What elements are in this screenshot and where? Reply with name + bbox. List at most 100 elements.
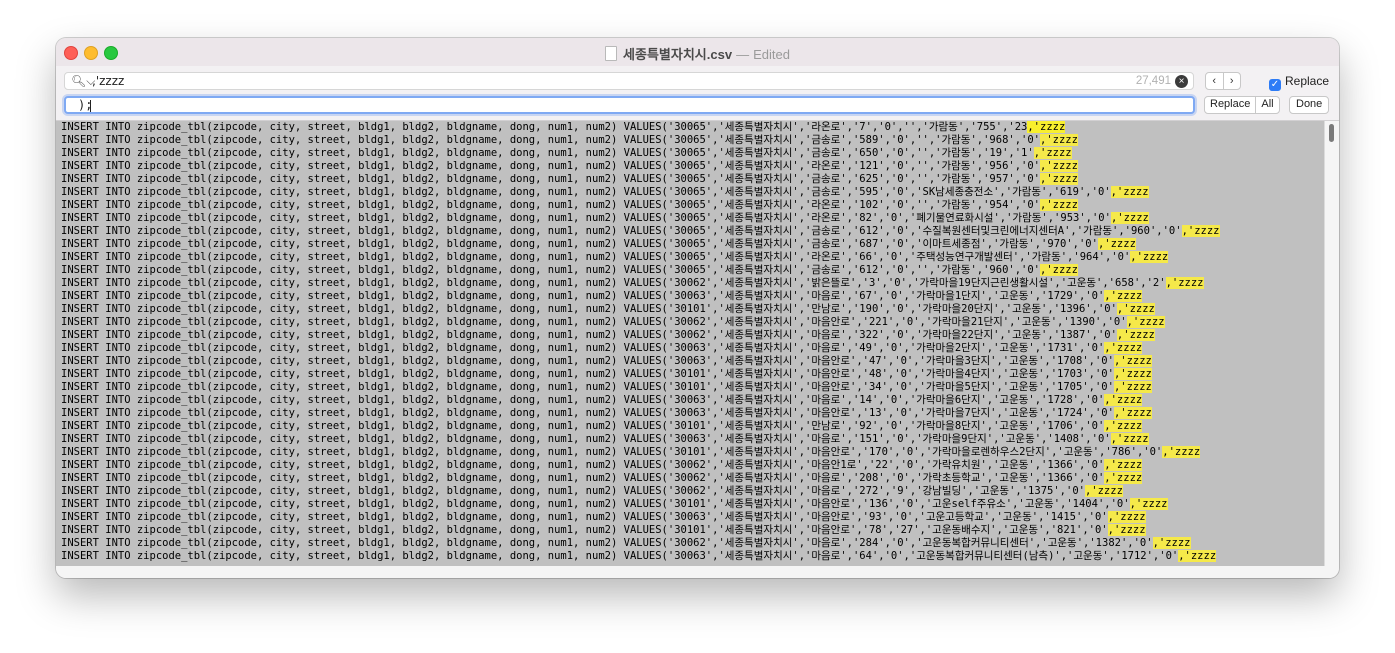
text-line[interactable]: INSERT INTO zipcode_tbl(zipcode, city, s…: [56, 550, 1325, 563]
text-line[interactable]: INSERT INTO zipcode_tbl(zipcode, city, s…: [56, 524, 1325, 537]
replace-button[interactable]: Replace: [1205, 97, 1257, 113]
find-query[interactable]: ,'zzzz: [92, 74, 124, 88]
text-line[interactable]: INSERT INTO zipcode_tbl(zipcode, city, s…: [56, 251, 1325, 264]
line-values: '30063','세종특별자치시','마음로','67','0','가락마을1단…: [667, 290, 1105, 302]
search-match-highlight: ,'zzzz: [1113, 381, 1152, 393]
line-values: '30063','세종특별자치시','마음안로','47','0','가락마을3…: [667, 355, 1114, 367]
text-line[interactable]: INSERT INTO zipcode_tbl(zipcode, city, s…: [56, 290, 1325, 303]
text-line[interactable]: INSERT INTO zipcode_tbl(zipcode, city, s…: [56, 407, 1325, 420]
line-prefix: INSERT INTO zipcode_tbl(zipcode, city, s…: [61, 147, 668, 159]
replace-all-button[interactable]: All: [1256, 97, 1278, 113]
chevron-left-icon[interactable]: ‹: [1206, 73, 1224, 89]
line-values: '30065','세종특별자치시','라온로','121','0','','가람…: [667, 160, 1040, 172]
text-editor-area[interactable]: INSERT INTO zipcode_tbl(zipcode, city, s…: [56, 121, 1325, 566]
find-navigation: ‹ ›: [1205, 72, 1241, 90]
done-button[interactable]: Done: [1289, 96, 1330, 114]
line-prefix: INSERT INTO zipcode_tbl(zipcode, city, s…: [61, 355, 668, 367]
search-match-highlight: ,'zzzz: [1097, 238, 1136, 250]
text-line[interactable]: INSERT INTO zipcode_tbl(zipcode, city, s…: [56, 329, 1325, 342]
text-line[interactable]: INSERT INTO zipcode_tbl(zipcode, city, s…: [56, 186, 1325, 199]
find-replace-bar: 🔍︎⌵ ,'zzzz 27,491 × ‹ › ✓ Replace ); Repl…: [56, 66, 1339, 121]
text-line[interactable]: INSERT INTO zipcode_tbl(zipcode, city, s…: [56, 147, 1325, 160]
text-line[interactable]: INSERT INTO zipcode_tbl(zipcode, city, s…: [56, 121, 1325, 134]
text-line[interactable]: INSERT INTO zipcode_tbl(zipcode, city, s…: [56, 264, 1325, 277]
line-prefix: INSERT INTO zipcode_tbl(zipcode, city, s…: [61, 277, 668, 289]
line-values: '30065','세종특별자치시','금송로','687','0','이마트세종…: [667, 238, 1098, 250]
text-line[interactable]: INSERT INTO zipcode_tbl(zipcode, city, s…: [56, 173, 1325, 186]
line-values: '30062','세종특별자치시','마음로','272','9','강남빌딩'…: [667, 485, 1085, 497]
window-title: 세종특별자치시.csv — Edited: [56, 44, 1339, 63]
text-line[interactable]: INSERT INTO zipcode_tbl(zipcode, city, s…: [56, 433, 1325, 446]
line-prefix: INSERT INTO zipcode_tbl(zipcode, city, s…: [61, 381, 668, 393]
line-values: '30065','세종특별자치시','금송로','650','0','','가람…: [667, 147, 1034, 159]
search-match-highlight: ,'zzzz: [1104, 459, 1143, 471]
search-match-highlight: ,'zzzz: [1130, 251, 1169, 263]
search-match-highlight: ,'zzzz: [1084, 485, 1123, 497]
line-values: '30065','세종특별자치시','금송로','595','0','SK남세종…: [667, 186, 1111, 198]
search-match-highlight: ,'zzzz: [1033, 147, 1072, 159]
search-match-highlight: ,'zzzz: [1040, 160, 1078, 172]
text-line[interactable]: INSERT INTO zipcode_tbl(zipcode, city, s…: [56, 485, 1325, 498]
line-values: '30065','세종특별자치시','금송로','612','0','','가람…: [667, 264, 1040, 276]
vertical-scrollbar[interactable]: [1324, 121, 1339, 566]
line-values: '30065','세종특별자치시','금송로','625','0','','가람…: [667, 173, 1040, 185]
text-line[interactable]: INSERT INTO zipcode_tbl(zipcode, city, s…: [56, 199, 1325, 212]
text-line[interactable]: INSERT INTO zipcode_tbl(zipcode, city, s…: [56, 342, 1325, 355]
line-values: '30065','세종특별자치시','라온로','82','0','폐기물연료화…: [667, 212, 1111, 224]
text-line[interactable]: INSERT INTO zipcode_tbl(zipcode, city, s…: [56, 160, 1325, 173]
line-prefix: INSERT INTO zipcode_tbl(zipcode, city, s…: [61, 173, 668, 185]
line-prefix: INSERT INTO zipcode_tbl(zipcode, city, s…: [61, 225, 668, 237]
edited-status: Edited: [753, 47, 790, 62]
line-prefix: INSERT INTO zipcode_tbl(zipcode, city, s…: [61, 537, 668, 549]
search-match-highlight: ,'zzzz: [1110, 212, 1149, 224]
scroll-thumb[interactable]: [1329, 124, 1334, 142]
title-bar[interactable]: 세종특별자치시.csv — Edited: [56, 38, 1339, 66]
text-line[interactable]: INSERT INTO zipcode_tbl(zipcode, city, s…: [56, 394, 1325, 407]
text-line[interactable]: INSERT INTO zipcode_tbl(zipcode, city, s…: [56, 316, 1325, 329]
text-line[interactable]: INSERT INTO zipcode_tbl(zipcode, city, s…: [56, 212, 1325, 225]
line-prefix: INSERT INTO zipcode_tbl(zipcode, city, s…: [61, 368, 668, 380]
clear-search-icon[interactable]: ×: [1175, 75, 1188, 88]
text-line[interactable]: INSERT INTO zipcode_tbl(zipcode, city, s…: [56, 511, 1325, 524]
text-line[interactable]: INSERT INTO zipcode_tbl(zipcode, city, s…: [56, 381, 1325, 394]
search-match-highlight: ,'zzzz: [1165, 277, 1204, 289]
text-line[interactable]: INSERT INTO zipcode_tbl(zipcode, city, s…: [56, 277, 1325, 290]
line-values: '30101','세종특별자치시','마음안로','170','0','가락마을…: [667, 446, 1163, 458]
search-match-highlight: ,'zzzz: [1104, 472, 1143, 484]
line-prefix: INSERT INTO zipcode_tbl(zipcode, city, s…: [61, 524, 668, 536]
replace-checkbox[interactable]: ✓ Replace: [1269, 74, 1329, 91]
search-match-highlight: ,'zzzz: [1113, 407, 1152, 419]
text-line[interactable]: INSERT INTO zipcode_tbl(zipcode, city, s…: [56, 368, 1325, 381]
chevron-right-icon[interactable]: ›: [1224, 73, 1241, 89]
line-prefix: INSERT INTO zipcode_tbl(zipcode, city, s…: [61, 329, 668, 341]
line-values: '30062','세종특별자치시','마음로','284','0','고운동복합…: [667, 537, 1153, 549]
replace-input[interactable]: );: [64, 96, 1195, 114]
text-line[interactable]: INSERT INTO zipcode_tbl(zipcode, city, s…: [56, 472, 1325, 485]
line-values: '30062','세종특별자치시','마음로','322','0','가락마을2…: [667, 329, 1117, 341]
text-line[interactable]: INSERT INTO zipcode_tbl(zipcode, city, s…: [56, 355, 1325, 368]
text-line[interactable]: INSERT INTO zipcode_tbl(zipcode, city, s…: [56, 303, 1325, 316]
text-line[interactable]: INSERT INTO zipcode_tbl(zipcode, city, s…: [56, 537, 1325, 550]
search-match-highlight: ,'zzzz: [1107, 511, 1146, 523]
search-match-highlight: ,'zzzz: [1162, 446, 1201, 458]
search-match-highlight: ,'zzzz: [1181, 225, 1220, 237]
text-line[interactable]: INSERT INTO zipcode_tbl(zipcode, city, s…: [56, 446, 1325, 459]
line-values: '30063','세종특별자치시','마음로','64','0','고운동복합커…: [667, 550, 1179, 562]
text-line[interactable]: INSERT INTO zipcode_tbl(zipcode, city, s…: [56, 420, 1325, 433]
text-line[interactable]: INSERT INTO zipcode_tbl(zipcode, city, s…: [56, 134, 1325, 147]
line-prefix: INSERT INTO zipcode_tbl(zipcode, city, s…: [61, 459, 668, 471]
title-separator: —: [736, 47, 750, 62]
line-values: '30065','세종특별자치시','금송로','589','0','','가람…: [667, 134, 1040, 146]
line-values: '30065','세종특별자치시','라온로','66','0','주택성능연구…: [667, 251, 1131, 263]
text-line[interactable]: INSERT INTO zipcode_tbl(zipcode, city, s…: [56, 238, 1325, 251]
text-line[interactable]: INSERT INTO zipcode_tbl(zipcode, city, s…: [56, 498, 1325, 511]
text-line[interactable]: INSERT INTO zipcode_tbl(zipcode, city, s…: [56, 225, 1325, 238]
search-match-highlight: ,'zzzz: [1104, 420, 1143, 432]
checkmark-icon[interactable]: ✓: [1269, 79, 1281, 91]
line-values: '30063','세종특별자치시','마음로','14','0','가락마을6단…: [667, 394, 1105, 406]
search-match-highlight: ,'zzzz: [1107, 524, 1146, 536]
text-line[interactable]: INSERT INTO zipcode_tbl(zipcode, city, s…: [56, 459, 1325, 472]
line-values: '30101','세종특별자치시','만남로','92','0','가락마을8단…: [667, 420, 1105, 432]
find-input[interactable]: 🔍︎⌵ ,'zzzz 27,491 ×: [64, 72, 1194, 90]
line-prefix: INSERT INTO zipcode_tbl(zipcode, city, s…: [61, 550, 668, 562]
